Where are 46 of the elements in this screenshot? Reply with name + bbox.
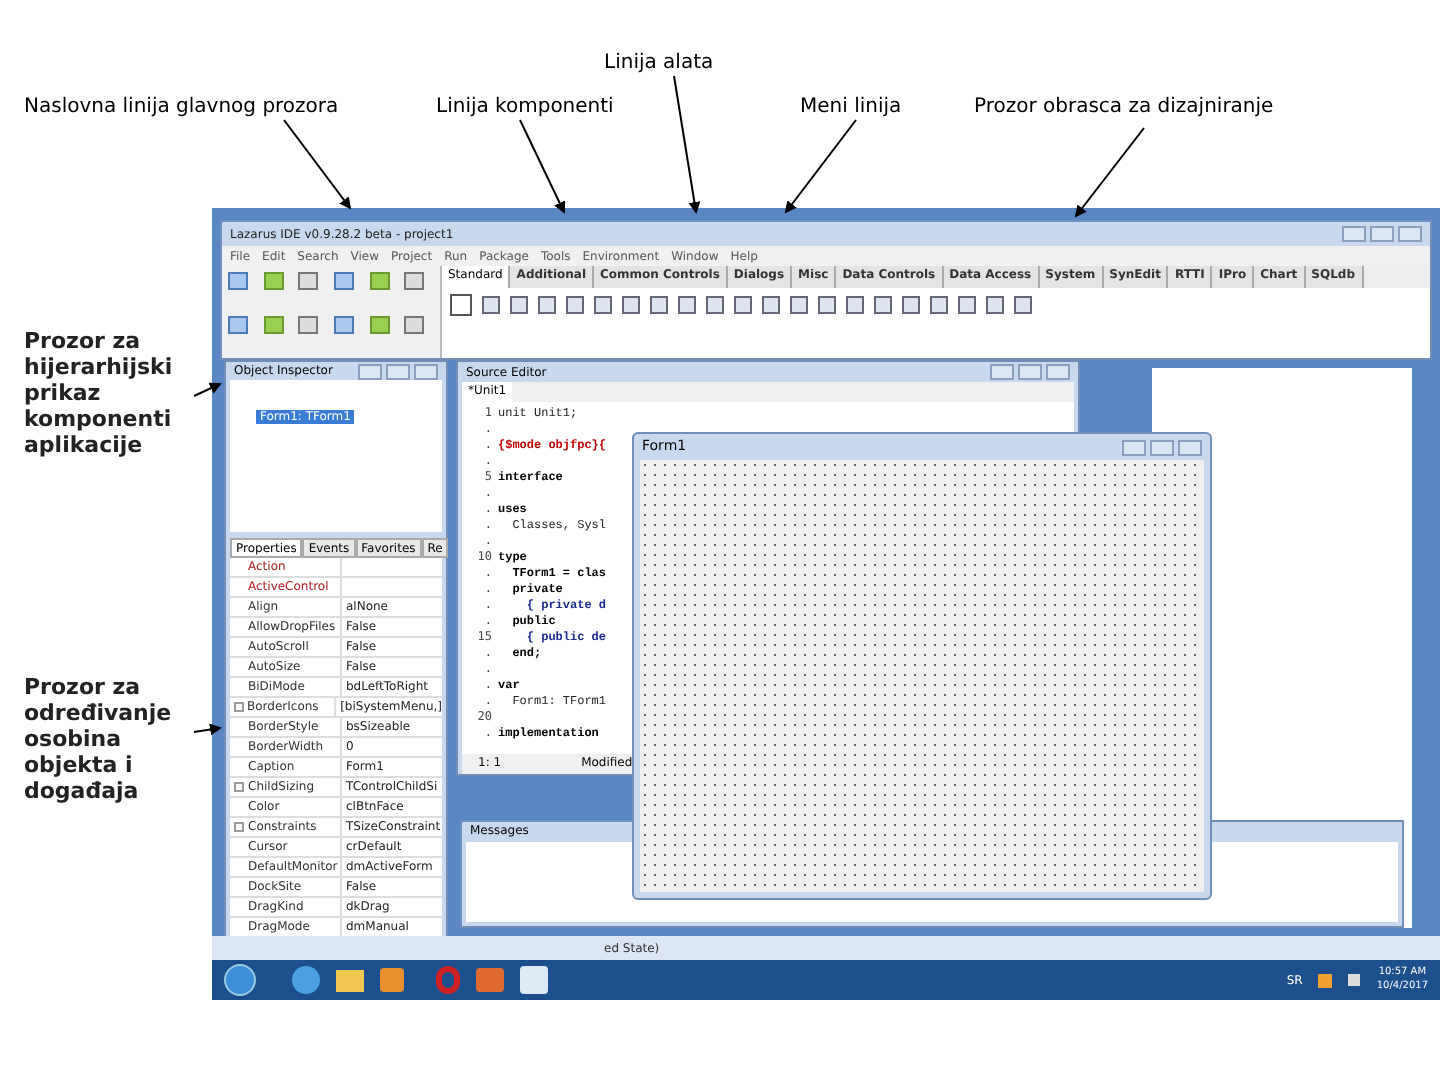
leader-line (193, 723, 222, 736)
minimize-icon[interactable] (990, 364, 1014, 380)
leader-line (784, 119, 857, 214)
toolbar-icon[interactable] (369, 272, 390, 290)
toolbar-icon[interactable] (404, 272, 425, 290)
maximize-icon[interactable] (1370, 226, 1394, 242)
toolbar-icon[interactable] (334, 272, 354, 290)
close-icon[interactable] (414, 363, 438, 380)
pointer-icon[interactable] (450, 294, 472, 316)
toolbar-icon[interactable] (369, 315, 390, 333)
toolbar-icon[interactable] (298, 315, 319, 333)
annotation-label: Prozor za određivanje osobina objekta i događaja (24, 674, 174, 804)
minimize-icon[interactable] (358, 363, 382, 380)
maximize-icon[interactable] (1150, 439, 1174, 455)
annotation-label: Meni linija (800, 94, 902, 122)
annotation-label: Prozor obrasca za dizajniranje (974, 94, 1274, 122)
annotation-label: Prozor za hijerarhijski prikaz komponenti aplikacije (24, 328, 175, 458)
toolbar-icon[interactable] (334, 315, 354, 333)
minimize-icon[interactable] (1122, 439, 1146, 455)
leader-line (1074, 127, 1145, 218)
leader-line (283, 119, 352, 210)
minimize-icon[interactable] (1342, 226, 1366, 242)
leader-line (519, 119, 566, 214)
expand-icon[interactable] (234, 822, 244, 832)
toolbar-icon[interactable] (263, 272, 284, 290)
maximize-icon[interactable] (386, 363, 410, 380)
folder-icon[interactable] (336, 969, 364, 991)
toolbar-icon[interactable] (228, 272, 248, 290)
expand-icon[interactable] (233, 702, 244, 712)
globe-icon[interactable] (292, 966, 320, 994)
expand-icon[interactable] (234, 782, 244, 792)
annotation-label: Linija alata (604, 50, 714, 78)
leader-line (673, 75, 701, 214)
tray-icon[interactable] (1318, 973, 1333, 987)
toolbar-icon[interactable] (298, 272, 319, 290)
close-icon[interactable] (1046, 364, 1070, 380)
close-icon[interactable] (1398, 226, 1422, 242)
close-icon[interactable] (1178, 439, 1202, 455)
maximize-icon[interactable] (1018, 364, 1042, 380)
annotation-label: Naslovna linija glavnog prozora (24, 94, 339, 122)
start-icon[interactable] (224, 964, 256, 996)
leader-line (193, 382, 222, 397)
toolbar-icon[interactable] (228, 315, 248, 333)
annotation-label: Linija komponenti (436, 94, 614, 122)
toolbar-icon[interactable] (263, 315, 284, 333)
toolbar-icon[interactable] (404, 315, 425, 333)
